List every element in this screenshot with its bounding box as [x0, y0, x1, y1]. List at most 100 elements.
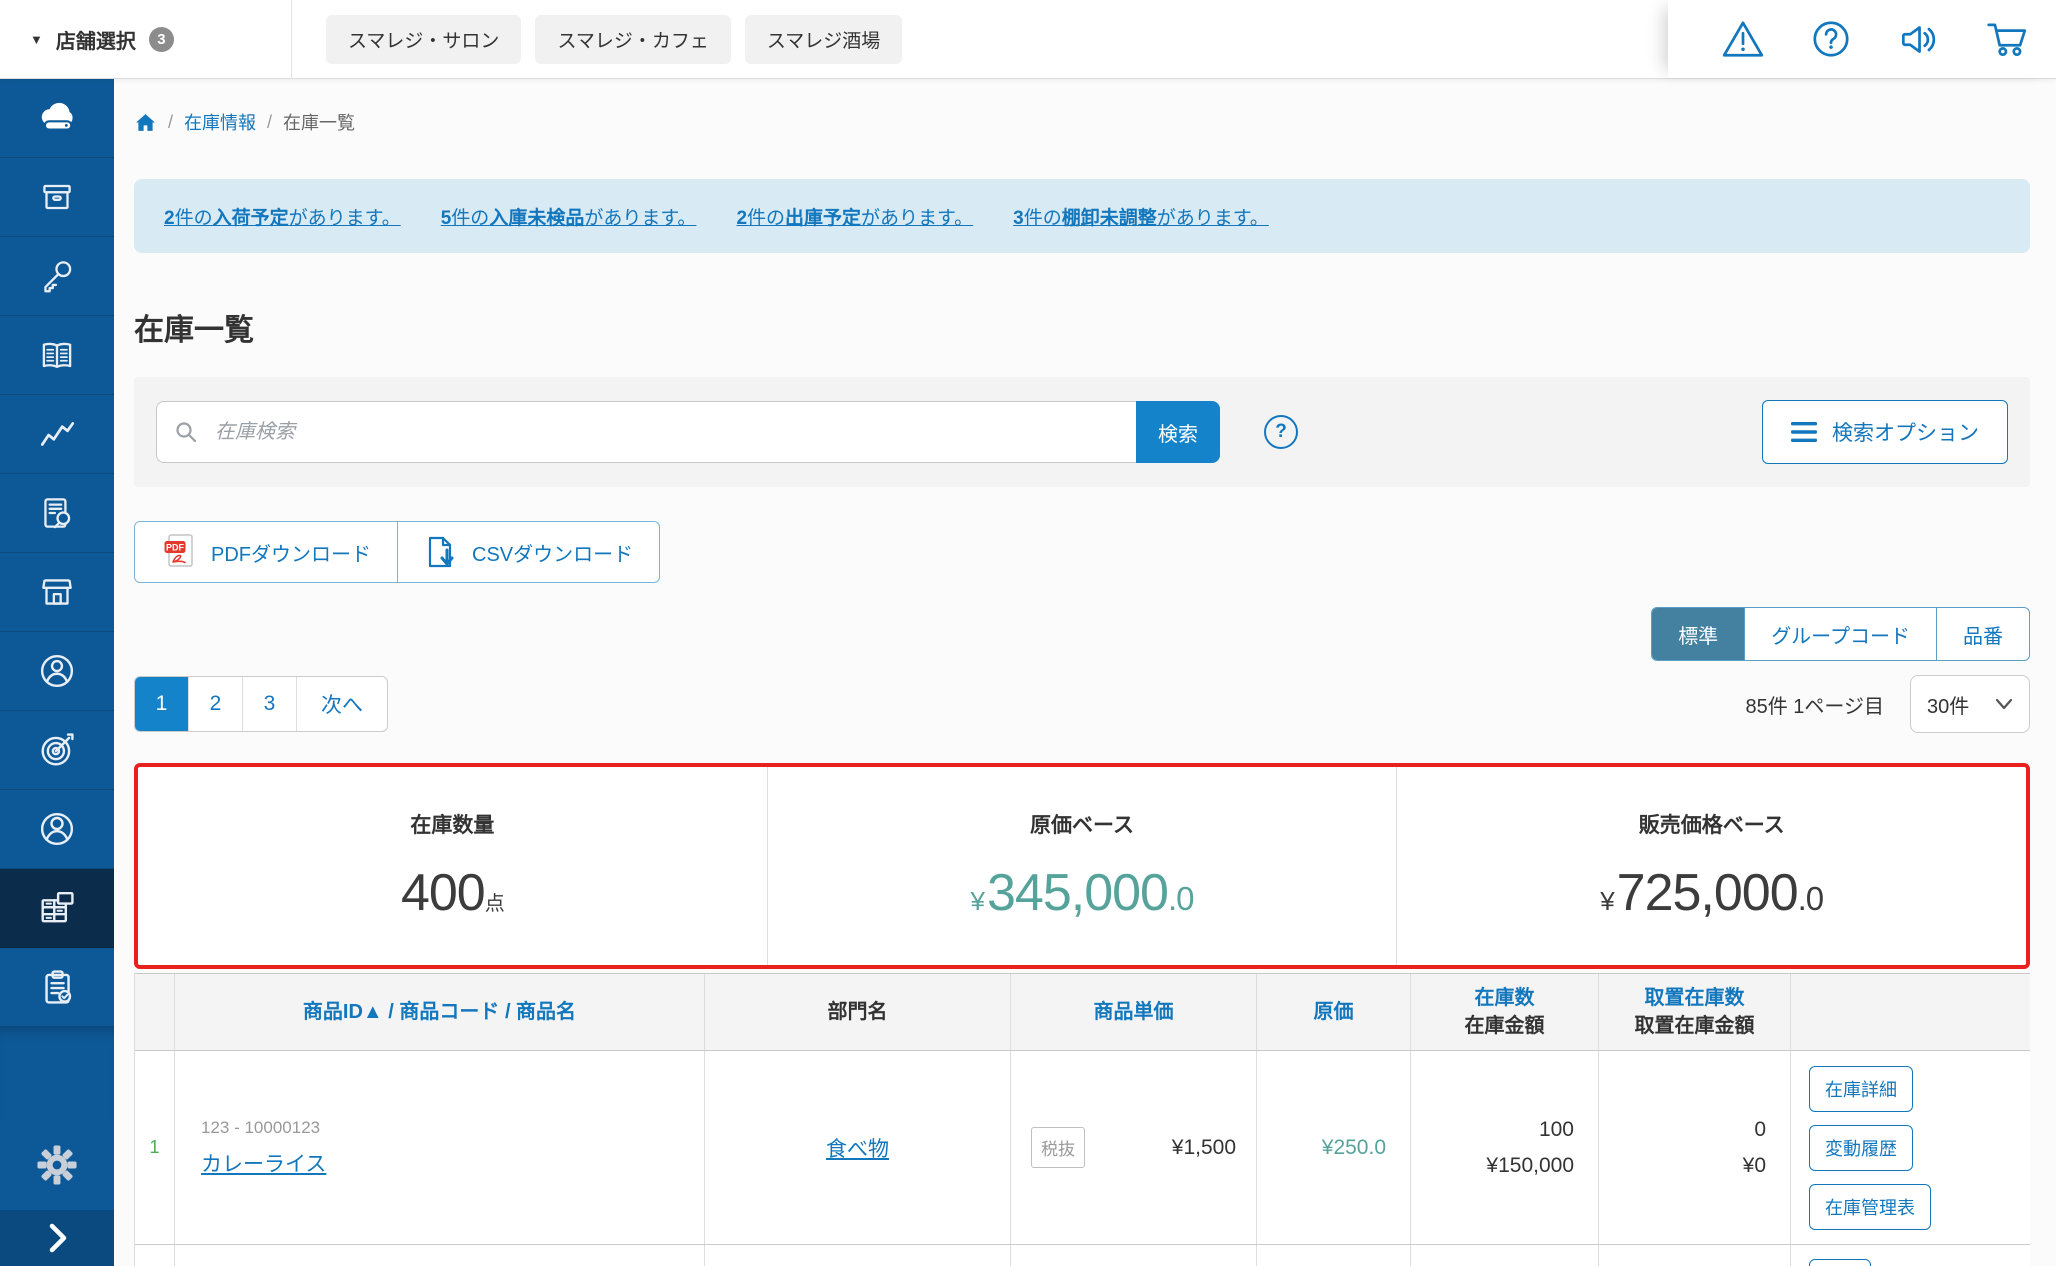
row-number: 1 [135, 1051, 175, 1244]
cloud-icon [35, 96, 79, 140]
sidebar-item-stores[interactable] [0, 553, 114, 632]
unit-price-cell: 税抜 ¥1,500 [1011, 1051, 1257, 1244]
inventory-shelves-icon [35, 886, 79, 930]
pdf-download-button[interactable]: PDF PDFダウンロード [135, 522, 397, 582]
change-history-button[interactable]: 変動履歴 [1809, 1125, 1913, 1171]
next-page-button[interactable]: 次へ [297, 677, 387, 731]
store-selector[interactable]: ▼ 店舗選択 3 [0, 0, 292, 78]
main-content: / 在庫情報 / 在庫一覧 2件の入荷予定があります。 5件の入庫未検品がありま… [114, 79, 2056, 1266]
notif-link-incoming[interactable]: 2件の入荷予定があります。 [164, 203, 401, 230]
csv-download-button[interactable]: CSVダウンロード [397, 522, 659, 582]
table-header-row: 商品ID▲ / 商品コード / 商品名 部門名 商品単価 原価 在庫数 在庫金額… [135, 973, 2030, 1051]
home-icon[interactable] [134, 111, 157, 134]
breadcrumb-current: 在庫一覧 [283, 109, 355, 135]
megaphone-icon[interactable] [1896, 16, 1942, 62]
pdf-icon: PDF [161, 532, 197, 572]
cart-icon[interactable] [1984, 16, 2030, 62]
page-button-1[interactable]: 1 [135, 677, 189, 731]
stock-amount: ¥150,000 [1486, 1148, 1574, 1184]
page-button-2[interactable]: 2 [189, 677, 243, 731]
sidebar-item-auth[interactable] [0, 237, 114, 316]
sidebar-item-products[interactable] [0, 158, 114, 237]
header-hold-stock: 取置在庫数 取置在庫金額 [1599, 974, 1791, 1050]
breadcrumb-section[interactable]: 在庫情報 [184, 109, 256, 135]
header-stock-qty-sort[interactable]: 在庫数 [1475, 984, 1535, 1012]
header-department: 部門名 [705, 974, 1011, 1050]
store-selector-label: 店舗選択 [56, 25, 136, 54]
sidebar-item-ledger[interactable] [0, 316, 114, 395]
hamburger-icon [1791, 421, 1817, 443]
download-buttons: PDF PDFダウンロード CSVダウンロード [134, 521, 660, 583]
department-link[interactable]: 食べ物 [826, 1133, 889, 1163]
header-unit-price-sort[interactable]: 商品単価 [1011, 974, 1257, 1050]
notification-bar: 2件の入荷予定があります。 5件の入庫未検品があります。 2件の出庫予定がありま… [134, 179, 2030, 253]
sidebar [0, 79, 114, 1266]
product-cell: 123 - 10000123 カレーライス [175, 1051, 705, 1244]
search-help-icon[interactable]: ? [1264, 415, 1298, 449]
summary-stock-quantity: 在庫数量 400点 [138, 767, 767, 965]
store-tab-salon[interactable]: スマレジ・サロン [326, 15, 521, 64]
topbar: ▼ 店舗選択 3 スマレジ・サロン スマレジ・カフェ スマレジ酒場 [0, 0, 2056, 79]
view-tabs-row: 標準 グループコード 品番 [134, 607, 2030, 661]
table-row: 1 123 - 10000123 カレーライス 食べ物 税抜 ¥1,500 ¥2… [135, 1051, 2030, 1245]
search-panel: 検索 ? 検索オプション [134, 377, 2030, 487]
sidebar-item-analytics[interactable] [0, 395, 114, 474]
staff-icon [35, 807, 79, 851]
sidebar-item-stocktake[interactable] [0, 948, 114, 1027]
tax-badge: 税抜 [1031, 1127, 1085, 1168]
search-input[interactable] [156, 401, 1136, 463]
sidebar-item-inventory[interactable] [0, 869, 114, 948]
sidebar-spacer [0, 1027, 114, 1120]
summary-band-annotation-red-box: 在庫数量 400点 原価ベース ¥345,000.0 販売価格ベース ¥725,… [134, 763, 2030, 969]
hold-stock-cell: 0 ¥0 [1599, 1051, 1791, 1244]
stock-cell: 100 ¥150,000 [1411, 1051, 1599, 1244]
storefront-icon [36, 571, 78, 613]
actions-cell: 在庫詳細 変動履歴 在庫管理表 [1791, 1051, 2030, 1244]
search-button[interactable]: 検索 [1136, 401, 1220, 463]
warning-icon[interactable] [1720, 16, 1766, 62]
page-button-3[interactable]: 3 [243, 677, 297, 731]
page-title: 在庫一覧 [134, 305, 2030, 349]
sidebar-expand[interactable] [0, 1210, 114, 1266]
store-tab-sakaba[interactable]: スマレジ酒場 [745, 15, 902, 64]
product-name-link[interactable]: カレーライス [201, 1148, 326, 1178]
caret-down-icon: ▼ [30, 32, 43, 47]
header-stock: 在庫数 在庫金額 [1411, 974, 1599, 1050]
view-tab-productno[interactable]: 品番 [1936, 608, 2029, 660]
table-row-partial [135, 1245, 2030, 1266]
svg-text:PDF: PDF [166, 542, 185, 552]
header-rownum [135, 974, 175, 1050]
stock-detail-button[interactable] [1809, 1259, 1871, 1266]
sidebar-item-home[interactable] [0, 79, 114, 158]
header-actions [1791, 974, 2030, 1050]
sidebar-item-settings[interactable] [0, 1120, 114, 1210]
header-product-sort[interactable]: 商品ID▲ / 商品コード / 商品名 [175, 974, 705, 1050]
notif-link-stocktake[interactable]: 3件の棚卸未調整があります。 [1013, 203, 1269, 230]
member-icon [35, 649, 79, 693]
notif-link-outgoing[interactable]: 2件の出庫予定があります。 [736, 203, 973, 230]
sidebar-item-reports[interactable] [0, 474, 114, 553]
book-icon [36, 334, 78, 376]
csv-download-icon [424, 533, 458, 571]
stock-sheet-button[interactable]: 在庫管理表 [1809, 1184, 1931, 1230]
store-tab-cafe[interactable]: スマレジ・カフェ [535, 15, 730, 64]
topbar-icon-area [1668, 0, 2056, 78]
sidebar-item-campaigns[interactable] [0, 711, 114, 790]
view-tab-groupcode[interactable]: グループコード [1744, 608, 1936, 660]
summary-sales-price-base: 販売価格ベース ¥725,000.0 [1396, 767, 2026, 965]
header-hold-qty-sort[interactable]: 取置在庫数 [1645, 984, 1745, 1012]
store-tabs: スマレジ・サロン スマレジ・カフェ スマレジ酒場 [326, 15, 902, 64]
breadcrumb-separator: / [267, 112, 272, 133]
view-tab-standard[interactable]: 標準 [1652, 608, 1744, 660]
sidebar-item-members[interactable] [0, 632, 114, 711]
stock-detail-button[interactable]: 在庫詳細 [1809, 1066, 1913, 1112]
result-count: 85件 1ページ目 [1745, 690, 1884, 719]
sidebar-item-staff[interactable] [0, 790, 114, 869]
search-options-button[interactable]: 検索オプション [1762, 400, 2008, 464]
pagination: 1 2 3 次へ [134, 676, 388, 732]
notif-link-uninspected[interactable]: 5件の入庫未検品があります。 [441, 203, 697, 230]
per-page-select[interactable]: 30件 [1910, 675, 2030, 733]
header-cost-sort[interactable]: 原価 [1257, 974, 1411, 1050]
unit-price-value: ¥1,500 [1172, 1136, 1236, 1160]
help-icon[interactable] [1808, 16, 1854, 62]
